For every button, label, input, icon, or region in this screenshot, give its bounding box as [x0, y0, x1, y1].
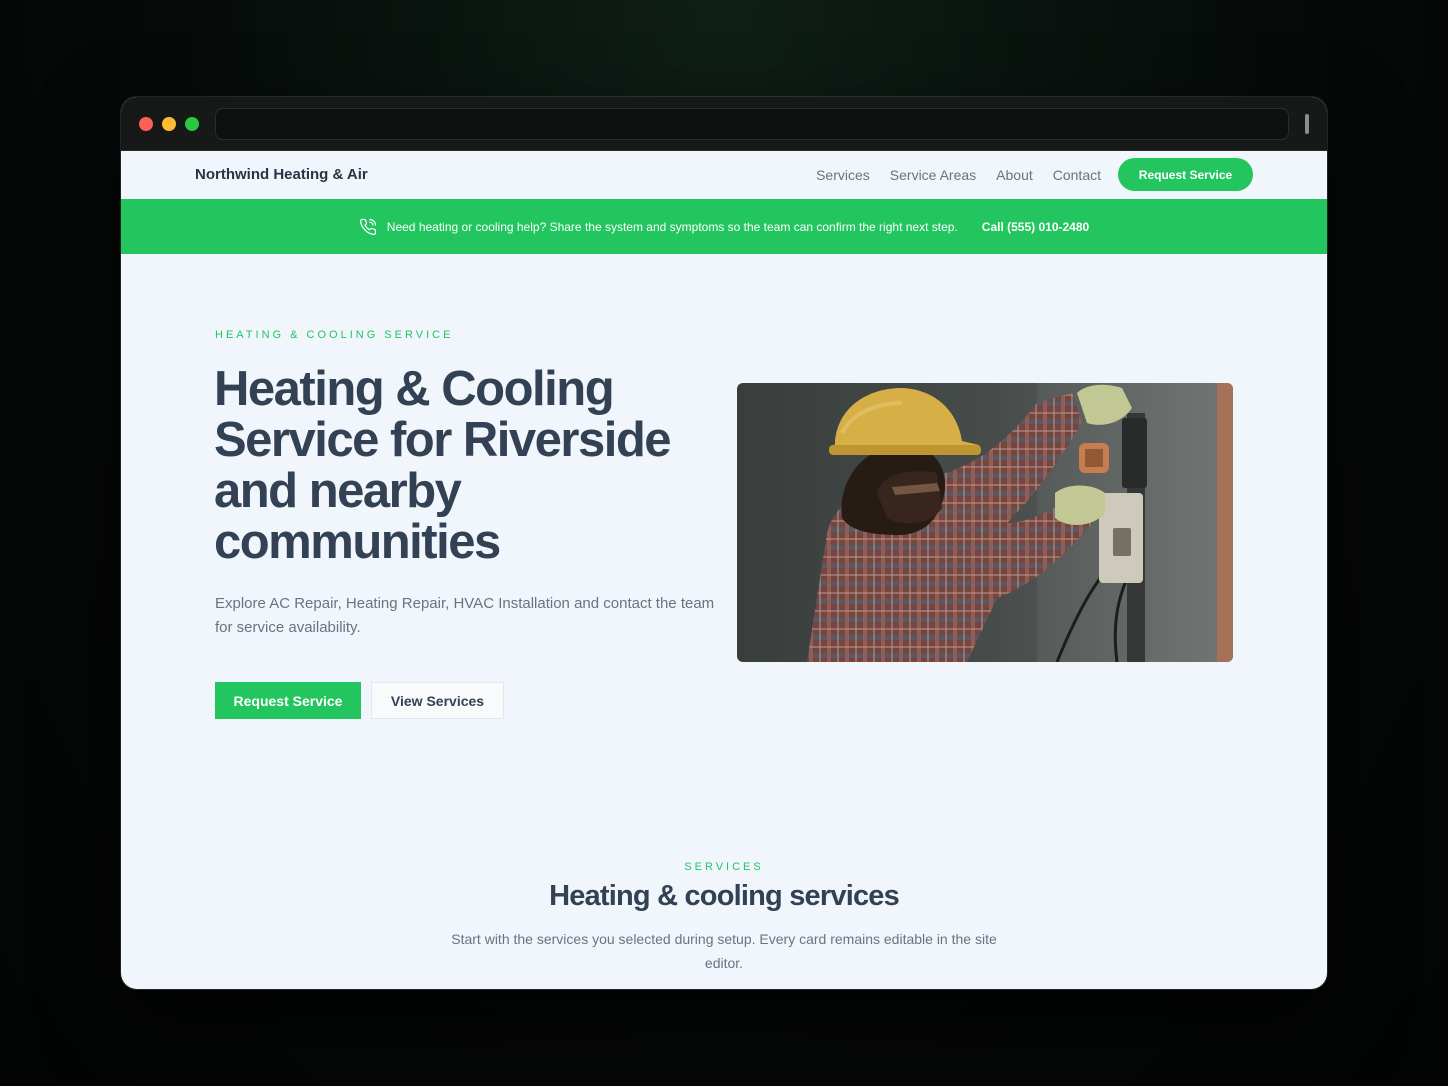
call-phone-link[interactable]: Call (555) 010-2480 — [982, 220, 1089, 234]
services-description: Start with the services you selected dur… — [451, 931, 997, 971]
site-header: Northwind Heating & Air Services Service… — [121, 151, 1327, 199]
chrome-handle — [1305, 114, 1309, 134]
services-title: Heating & cooling services — [549, 880, 900, 912]
brand-name[interactable]: Northwind Heating & Air — [195, 166, 368, 183]
technician-photo — [737, 383, 1233, 662]
browser-chrome — [121, 97, 1327, 151]
services-eyebrow: SERVICES — [684, 861, 764, 873]
address-bar[interactable] — [215, 108, 1289, 140]
hero-eyebrow: HEATING & COOLING SERVICE — [215, 329, 454, 341]
banner-message: Need heating or cooling help? Share the … — [386, 219, 958, 234]
hero-description: Explore AC Repair, Heating Repair, HVAC … — [215, 595, 715, 636]
maximize-window-button[interactable] — [185, 117, 199, 131]
services-section: SERVICES Heating & cooling services Star… — [121, 857, 1327, 975]
minimize-window-button[interactable] — [162, 117, 176, 131]
request-service-button[interactable]: Request Service — [215, 682, 361, 719]
view-services-button[interactable]: View Services — [371, 682, 504, 719]
nav-link-about[interactable]: About — [996, 167, 1033, 183]
hero-title: Heating & Cooling Service for Riverside … — [214, 362, 672, 569]
phone-icon — [359, 218, 376, 235]
nav-link-services[interactable]: Services — [816, 167, 870, 183]
nav-link-service-areas[interactable]: Service Areas — [890, 167, 976, 183]
close-window-button[interactable] — [139, 117, 153, 131]
nav-links: Services Service Areas About Contact — [816, 167, 1101, 183]
browser-window: Northwind Heating & Air Services Service… — [121, 97, 1327, 989]
hero-section: HEATING & COOLING SERVICE Heating & Cool… — [121, 254, 1327, 794]
request-service-nav-button[interactable]: Request Service — [1118, 158, 1253, 191]
nav-link-contact[interactable]: Contact — [1053, 167, 1101, 183]
help-banner: Need heating or cooling help? Share the … — [121, 199, 1327, 254]
